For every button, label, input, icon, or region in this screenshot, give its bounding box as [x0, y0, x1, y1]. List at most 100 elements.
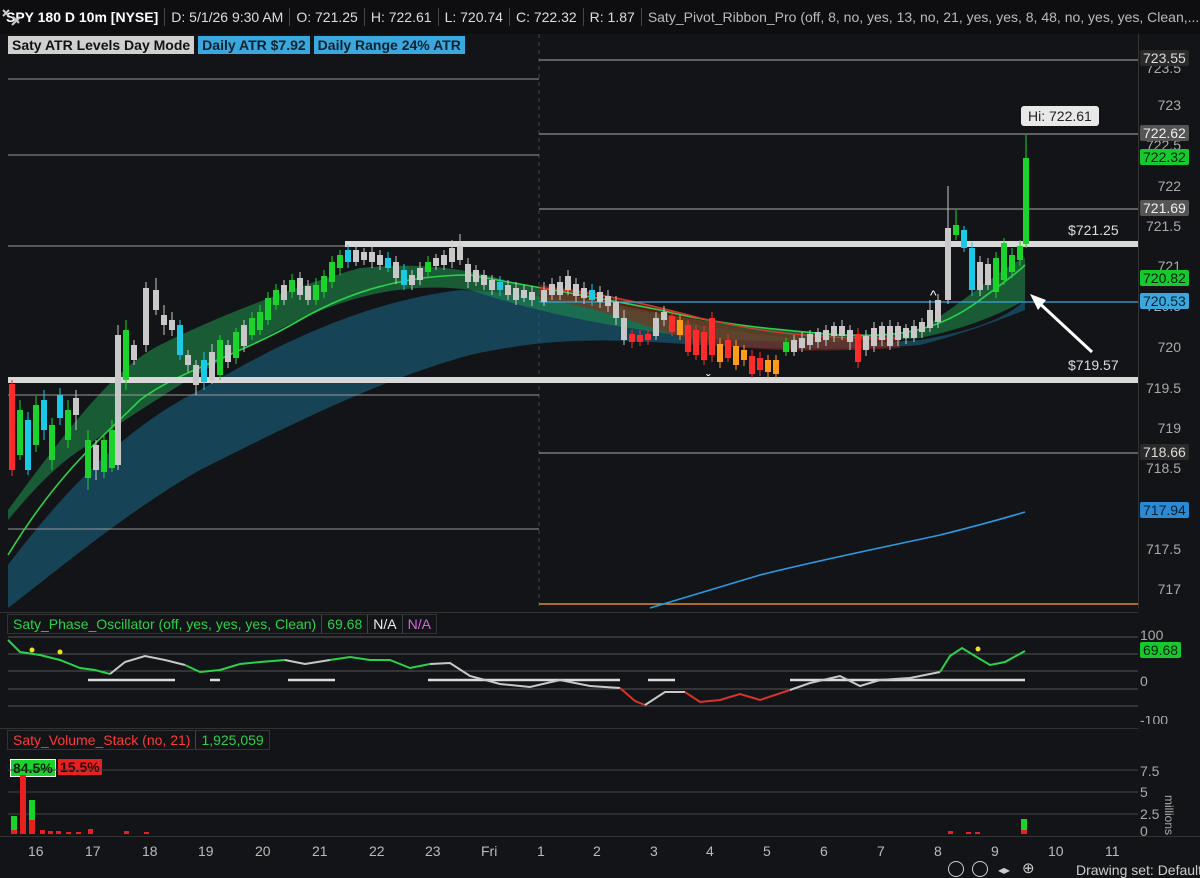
candle: [783, 342, 789, 352]
candle: [677, 320, 683, 335]
candle: [621, 318, 627, 340]
candle: [185, 355, 191, 365]
candle: [757, 358, 763, 370]
candle: [969, 248, 975, 290]
pivot-caret-down: ˇ: [706, 371, 711, 387]
time-tick: 20: [255, 843, 271, 859]
time-tick: 8: [934, 843, 942, 859]
zoom-out-icon[interactable]: [948, 861, 964, 877]
time-tick: 22: [369, 843, 385, 859]
candle: [911, 326, 917, 338]
candle: [823, 330, 829, 340]
price-tag: 722.62: [1140, 125, 1189, 141]
candle: [977, 262, 983, 290]
time-tick: 23: [425, 843, 441, 859]
tick-price: 717.5: [1145, 541, 1181, 557]
candle: [935, 300, 941, 322]
candle: [393, 262, 399, 278]
candle: [209, 352, 215, 380]
candle: [9, 384, 15, 470]
candle: [717, 344, 723, 362]
tick-price: 719: [1157, 420, 1181, 436]
candle: [109, 430, 115, 468]
candle: [401, 270, 407, 285]
tick-price: 719.5: [1145, 380, 1181, 396]
candle: [409, 275, 415, 285]
candle: [653, 318, 659, 336]
candle: [93, 445, 99, 470]
candle: [961, 230, 967, 248]
price-tag: 720.82: [1140, 270, 1189, 286]
candle: [481, 275, 487, 285]
price-tag: 718.66: [1140, 444, 1189, 460]
candle: [17, 410, 23, 455]
candle: [629, 334, 635, 342]
candle: [927, 310, 933, 328]
candle: [513, 288, 519, 300]
candle: [749, 356, 755, 374]
time-tick: 19: [198, 843, 214, 859]
drawing-set-label[interactable]: Drawing set: Default: [1076, 862, 1200, 878]
candle: [541, 290, 547, 302]
candle: [831, 326, 837, 336]
volume-axis-tick: 7.5: [1140, 763, 1160, 779]
candle: [49, 425, 55, 460]
candle: [557, 282, 563, 295]
candle: [589, 290, 595, 300]
volume-study-name[interactable]: Saty_Volume_Stack (no, 21): [8, 731, 197, 749]
candle: [497, 282, 503, 290]
candle: [353, 250, 359, 262]
oscillator-axis-mid: 0: [1140, 673, 1148, 689]
candle: [791, 340, 797, 352]
pan-icon[interactable]: ◂▸: [998, 863, 1010, 877]
time-tick: 17: [85, 843, 101, 859]
oscillator-name[interactable]: Saty_Phase_Oscillator (off, yes, yes, ye…: [8, 615, 323, 633]
candle: [217, 340, 223, 375]
atr-levels-label[interactable]: Saty ATR Levels Day Mode: [8, 36, 195, 54]
volume-axis-tick: 2.5: [1140, 806, 1160, 822]
candle: [945, 228, 951, 300]
candle: [225, 345, 231, 362]
zoom-in-icon[interactable]: [972, 861, 988, 877]
candle: [65, 410, 71, 440]
candle: [985, 264, 991, 285]
candle: [305, 286, 311, 300]
candle: [449, 248, 455, 262]
oscillator-axis-top: 100: [1140, 630, 1164, 640]
price-tag: 723.55: [1140, 50, 1189, 66]
candle: [425, 262, 431, 272]
candle: [741, 350, 747, 360]
candle: [257, 312, 263, 330]
candle: [57, 395, 63, 418]
candle: [115, 335, 121, 465]
hi-label: Hi: 722.61: [1021, 106, 1099, 126]
volume-value: 1,925,059: [201, 732, 264, 748]
time-tick: 1: [537, 843, 545, 859]
candle: [573, 284, 579, 296]
candle: [489, 280, 495, 290]
oscillator-value-tag: 69.68: [1140, 642, 1182, 658]
price-axis[interactable]: 723.5 723 722.5 722 721.5 721 720.5 720 …: [1138, 34, 1200, 608]
volume-header: Saty_Volume_Stack (no, 21) 1,925,059: [7, 730, 270, 750]
tick-price: 720: [1157, 339, 1181, 355]
time-axis[interactable]: 16 17 18 19 20 21 22 23 Fri 1 2 3 4 5 6 …: [0, 836, 1200, 878]
candle: [131, 345, 137, 360]
candle: [85, 440, 91, 478]
daily-atr-label: Daily ATR $7.92: [198, 36, 310, 54]
oscillator-axis-bottom: -100: [1140, 716, 1169, 724]
price-tag: 722.32: [1140, 149, 1189, 165]
tick-price: 721.5: [1145, 218, 1181, 234]
candle: [953, 225, 959, 235]
candle: [505, 285, 511, 295]
time-tick: 21: [312, 843, 328, 859]
arrow-annotation: [1030, 294, 1094, 354]
candle: [473, 270, 479, 282]
candle: [773, 360, 779, 374]
candle: [685, 325, 691, 352]
candle: [895, 326, 901, 340]
candle: [273, 290, 279, 305]
crosshair-icon[interactable]: ⊕: [1022, 859, 1035, 877]
candle: [903, 328, 909, 338]
candle: [457, 246, 463, 260]
candle: [855, 334, 861, 362]
